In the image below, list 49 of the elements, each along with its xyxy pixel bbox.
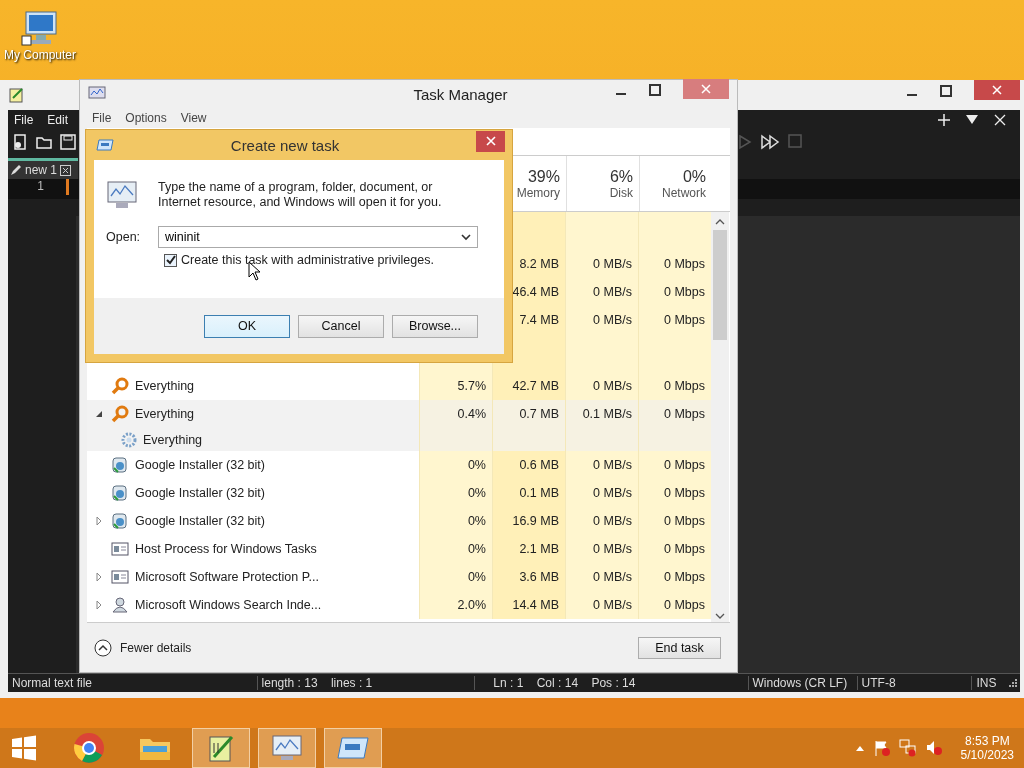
status-text: Ln : 1 Col : 14 Pos : 14	[492, 676, 637, 690]
table-cell: 0%	[419, 507, 492, 535]
table-cell: 0 Mbps	[638, 563, 711, 591]
table-cell: 0%	[419, 479, 492, 507]
table-cell: 0 MB/s	[565, 278, 638, 306]
table-cell: 0 Mbps	[638, 479, 711, 507]
table-cell: 0 Mbps	[638, 250, 711, 278]
table-cell: 2.0%	[419, 591, 492, 619]
table-cell: 0 Mbps	[638, 535, 711, 563]
window-title: Task Manager	[412, 85, 509, 103]
table-cell: 0 MB/s	[565, 563, 638, 591]
table-cell: 0 MB/s	[565, 250, 638, 278]
status-text: INS	[975, 676, 998, 690]
table-cell: 0%	[419, 535, 492, 563]
table-cell: 3.6 MB	[492, 563, 565, 591]
table-cell: 0 MB/s	[565, 306, 638, 334]
table-cell: 0.4%	[419, 400, 492, 428]
dialog-message: Type the name of a program, folder, document, or Internet resource, and Windows will open it for you.	[158, 180, 443, 210]
table-cell: 2.1 MB	[492, 535, 565, 563]
line-number: 1	[36, 179, 44, 193]
table-cell: 0%	[419, 451, 492, 479]
table-cell: 0 MB/s	[565, 372, 638, 400]
table-cell: 42.7 MB	[492, 372, 565, 400]
table-cell: 0%	[419, 563, 492, 591]
table-cell: 0 MB/s	[565, 507, 638, 535]
table-cell: 0 Mbps	[638, 400, 711, 428]
table-cell: 0 Mbps	[638, 306, 711, 334]
table-cell: 0 Mbps	[638, 451, 711, 479]
table-cell: 0.1 MB	[492, 479, 565, 507]
table-cell: 0 Mbps	[638, 591, 711, 619]
table-cell: 0 MB/s	[565, 479, 638, 507]
status-text: length : 13 lines : 1	[257, 676, 476, 690]
table-cell: 0 MB/s	[565, 591, 638, 619]
status-text: UTF-8	[857, 676, 973, 690]
table-cell: 0.7 MB	[492, 400, 565, 428]
table-cell: 0 MB/s	[565, 451, 638, 479]
table-cell: 16.9 MB	[492, 507, 565, 535]
table-cell: 0.1 MB/s	[565, 400, 638, 428]
table-cell: 0 MB/s	[565, 535, 638, 563]
status-text: Normal text file	[8, 676, 258, 690]
table-cell: 5.7%	[419, 372, 492, 400]
open-label: Open:	[106, 230, 141, 244]
table-cell: 0 Mbps	[638, 278, 711, 306]
table-cell: 14.4 MB	[492, 591, 565, 619]
status-text: Windows (CR LF)	[747, 676, 858, 690]
table-cell: 0 Mbps	[638, 507, 711, 535]
table-cell: 0.6 MB	[492, 451, 565, 479]
dialog-title: Create new task	[229, 136, 341, 154]
table-cell: 0 Mbps	[638, 372, 711, 400]
